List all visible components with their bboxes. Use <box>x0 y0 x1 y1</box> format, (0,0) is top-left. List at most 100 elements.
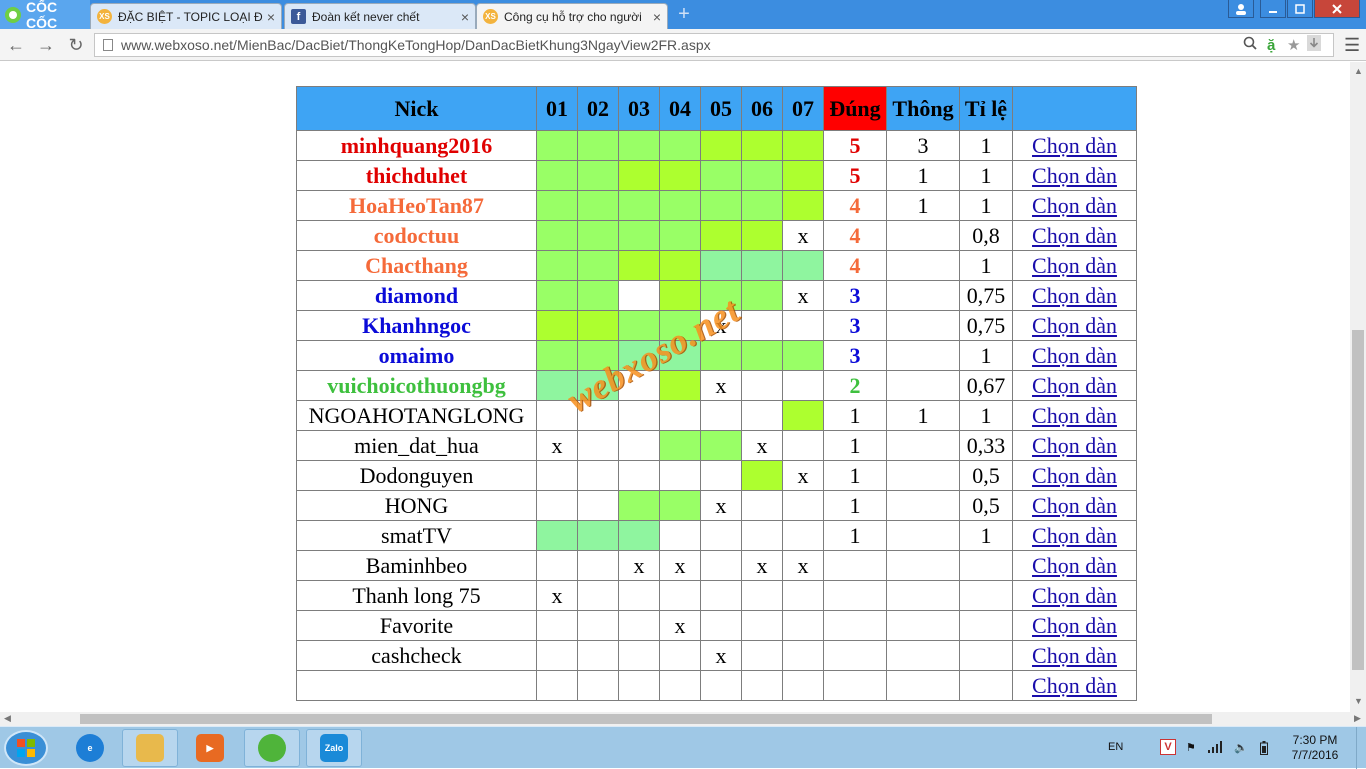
scroll-down-icon[interactable]: ▼ <box>1354 696 1363 706</box>
thong-cell <box>886 370 960 401</box>
browser-logo[interactable]: CỐC CỐC <box>0 0 90 31</box>
close-tab-icon[interactable]: × <box>267 9 275 25</box>
action-cell: Chọn dàn <box>1012 130 1137 161</box>
statistics-table: Nick 01 02 03 04 05 06 07 Đúng Thông Tỉ … <box>296 86 1137 701</box>
tile-cell: 1 <box>959 400 1013 431</box>
network-signal-icon[interactable] <box>1208 741 1222 756</box>
day-cell <box>577 280 619 311</box>
chon-dan-link[interactable]: Chọn dàn <box>1032 343 1117 368</box>
chon-dan-link[interactable]: Chọn dàn <box>1032 523 1117 548</box>
day-cell <box>536 670 578 701</box>
day-cell <box>659 400 701 431</box>
header-day: 02 <box>577 86 619 131</box>
profile-button[interactable] <box>1228 0 1254 18</box>
day-cell <box>618 190 660 221</box>
close-tab-icon[interactable]: × <box>653 9 661 25</box>
vertical-scroll-thumb[interactable] <box>1352 330 1364 670</box>
chon-dan-link[interactable]: Chọn dàn <box>1032 643 1117 668</box>
header-tile: Tỉ lệ <box>959 86 1013 131</box>
nick-cell: Chacthang <box>296 250 537 281</box>
chon-dan-link[interactable]: Chọn dàn <box>1032 673 1117 698</box>
flag-icon[interactable]: ⚑ <box>1186 741 1196 754</box>
chon-dan-link[interactable]: Chọn dàn <box>1032 493 1117 518</box>
action-cell: Chọn dàn <box>1012 430 1137 461</box>
chon-dan-link[interactable]: Chọn dàn <box>1032 193 1117 218</box>
chon-dan-link[interactable]: Chọn dàn <box>1032 583 1117 608</box>
chon-dan-link[interactable]: Chọn dàn <box>1032 163 1117 188</box>
antivirus-icon[interactable]: V <box>1160 739 1176 755</box>
back-arrow-icon[interactable]: ← <box>6 35 26 55</box>
day-cell <box>536 400 578 431</box>
day-cell <box>577 190 619 221</box>
battery-icon[interactable] <box>1260 741 1268 758</box>
table-body: minhquang2016 5 3 1 Chọn dàn thichduhet 5 1 1 Chọ… <box>296 130 1137 701</box>
language-indicator[interactable]: EN <box>1108 741 1123 753</box>
clock[interactable]: 7:30 PM 7/7/2016 <box>1290 733 1340 763</box>
zoom-icon[interactable] <box>1243 35 1257 57</box>
show-desktop-button[interactable] <box>1356 727 1366 769</box>
chon-dan-link[interactable]: Chọn dàn <box>1032 313 1117 338</box>
chon-dan-link[interactable]: Chọn dàn <box>1032 553 1117 578</box>
tab-dac-biet[interactable]: XS ĐẶC BIỆT - TOPIC LOẠI ĐẶ × <box>90 3 282 29</box>
horizontal-scrollbar[interactable]: ◀ ▶ <box>0 712 1366 726</box>
day-cell <box>782 610 824 641</box>
nick-cell: thichduhet <box>296 160 537 191</box>
volume-icon[interactable]: 🔈 <box>1234 741 1248 754</box>
zalo-taskbar-button[interactable]: Zalo <box>306 729 362 767</box>
media-taskbar-button[interactable]: ▶ <box>182 729 238 767</box>
day-cell <box>577 610 619 641</box>
start-button[interactable] <box>4 730 48 766</box>
vertical-scrollbar[interactable]: ▲ ▼ <box>1350 62 1366 712</box>
minimize-button[interactable] <box>1260 0 1286 18</box>
chon-dan-link[interactable]: Chọn dàn <box>1032 613 1117 638</box>
day-cell <box>659 490 701 521</box>
maximize-button[interactable] <box>1287 0 1313 18</box>
forward-arrow-icon[interactable]: → <box>36 35 56 55</box>
explorer-taskbar-button[interactable] <box>122 729 178 767</box>
close-tab-icon[interactable]: × <box>461 9 469 25</box>
bookmark-star-icon[interactable]: ★ <box>1287 35 1300 57</box>
reload-icon[interactable]: ↻ <box>66 35 86 55</box>
vietnamese-input-icon[interactable]: ặ <box>1267 35 1275 57</box>
chon-dan-link[interactable]: Chọn dàn <box>1032 133 1117 158</box>
day-cell <box>700 400 742 431</box>
tile-cell: 0,75 <box>959 310 1013 341</box>
chon-dan-link[interactable]: Chọn dàn <box>1032 433 1117 458</box>
menu-icon[interactable]: ☰ <box>1344 35 1360 56</box>
day-cell <box>536 160 578 191</box>
day-cell: x <box>741 430 783 461</box>
chon-dan-link[interactable]: Chọn dàn <box>1032 283 1117 308</box>
table-row: Chacthang 4 1 Chọn dàn <box>296 250 1137 281</box>
nick-cell: Baminhbeo <box>296 550 537 581</box>
ie-taskbar-button[interactable]: e <box>62 729 118 767</box>
day-cell <box>577 400 619 431</box>
nick-cell: NGOAHOTANGLONG <box>296 400 537 431</box>
tile-cell: 0,75 <box>959 280 1013 311</box>
day-cell <box>577 310 619 341</box>
nick-cell: mien_dat_hua <box>296 430 537 461</box>
scroll-left-icon[interactable]: ◀ <box>4 713 11 724</box>
day-cell <box>700 670 742 701</box>
scroll-up-icon[interactable]: ▲ <box>1354 66 1363 76</box>
chon-dan-link[interactable]: Chọn dàn <box>1032 403 1117 428</box>
scroll-right-icon[interactable]: ▶ <box>1354 713 1361 724</box>
chon-dan-link[interactable]: Chọn dàn <box>1032 253 1117 278</box>
close-window-button[interactable] <box>1314 0 1360 18</box>
coccoc-taskbar-button[interactable] <box>244 729 300 767</box>
dung-cell: 4 <box>823 250 887 281</box>
day-cell <box>741 190 783 221</box>
chon-dan-link[interactable]: Chọn dàn <box>1032 373 1117 398</box>
day-cell <box>577 550 619 581</box>
tab-doan-ket[interactable]: f Đoàn kết never chết × <box>284 3 476 29</box>
tab-cong-cu[interactable]: XS Công cụ hỗ trợ cho người × <box>476 3 668 29</box>
day-cell <box>700 340 742 371</box>
day-cell: x <box>700 490 742 521</box>
day-cell <box>782 400 824 431</box>
address-bar[interactable]: www.webxoso.net/MienBac/DacBiet/ThongKeT… <box>94 33 1334 57</box>
horizontal-scroll-thumb[interactable] <box>80 714 1212 724</box>
chon-dan-link[interactable]: Chọn dàn <box>1032 463 1117 488</box>
new-tab-button[interactable]: + <box>674 4 694 24</box>
chon-dan-link[interactable]: Chọn dàn <box>1032 223 1117 248</box>
download-icon[interactable] <box>1307 35 1321 58</box>
tab-label: Công cụ hỗ trợ cho người <box>504 9 642 24</box>
